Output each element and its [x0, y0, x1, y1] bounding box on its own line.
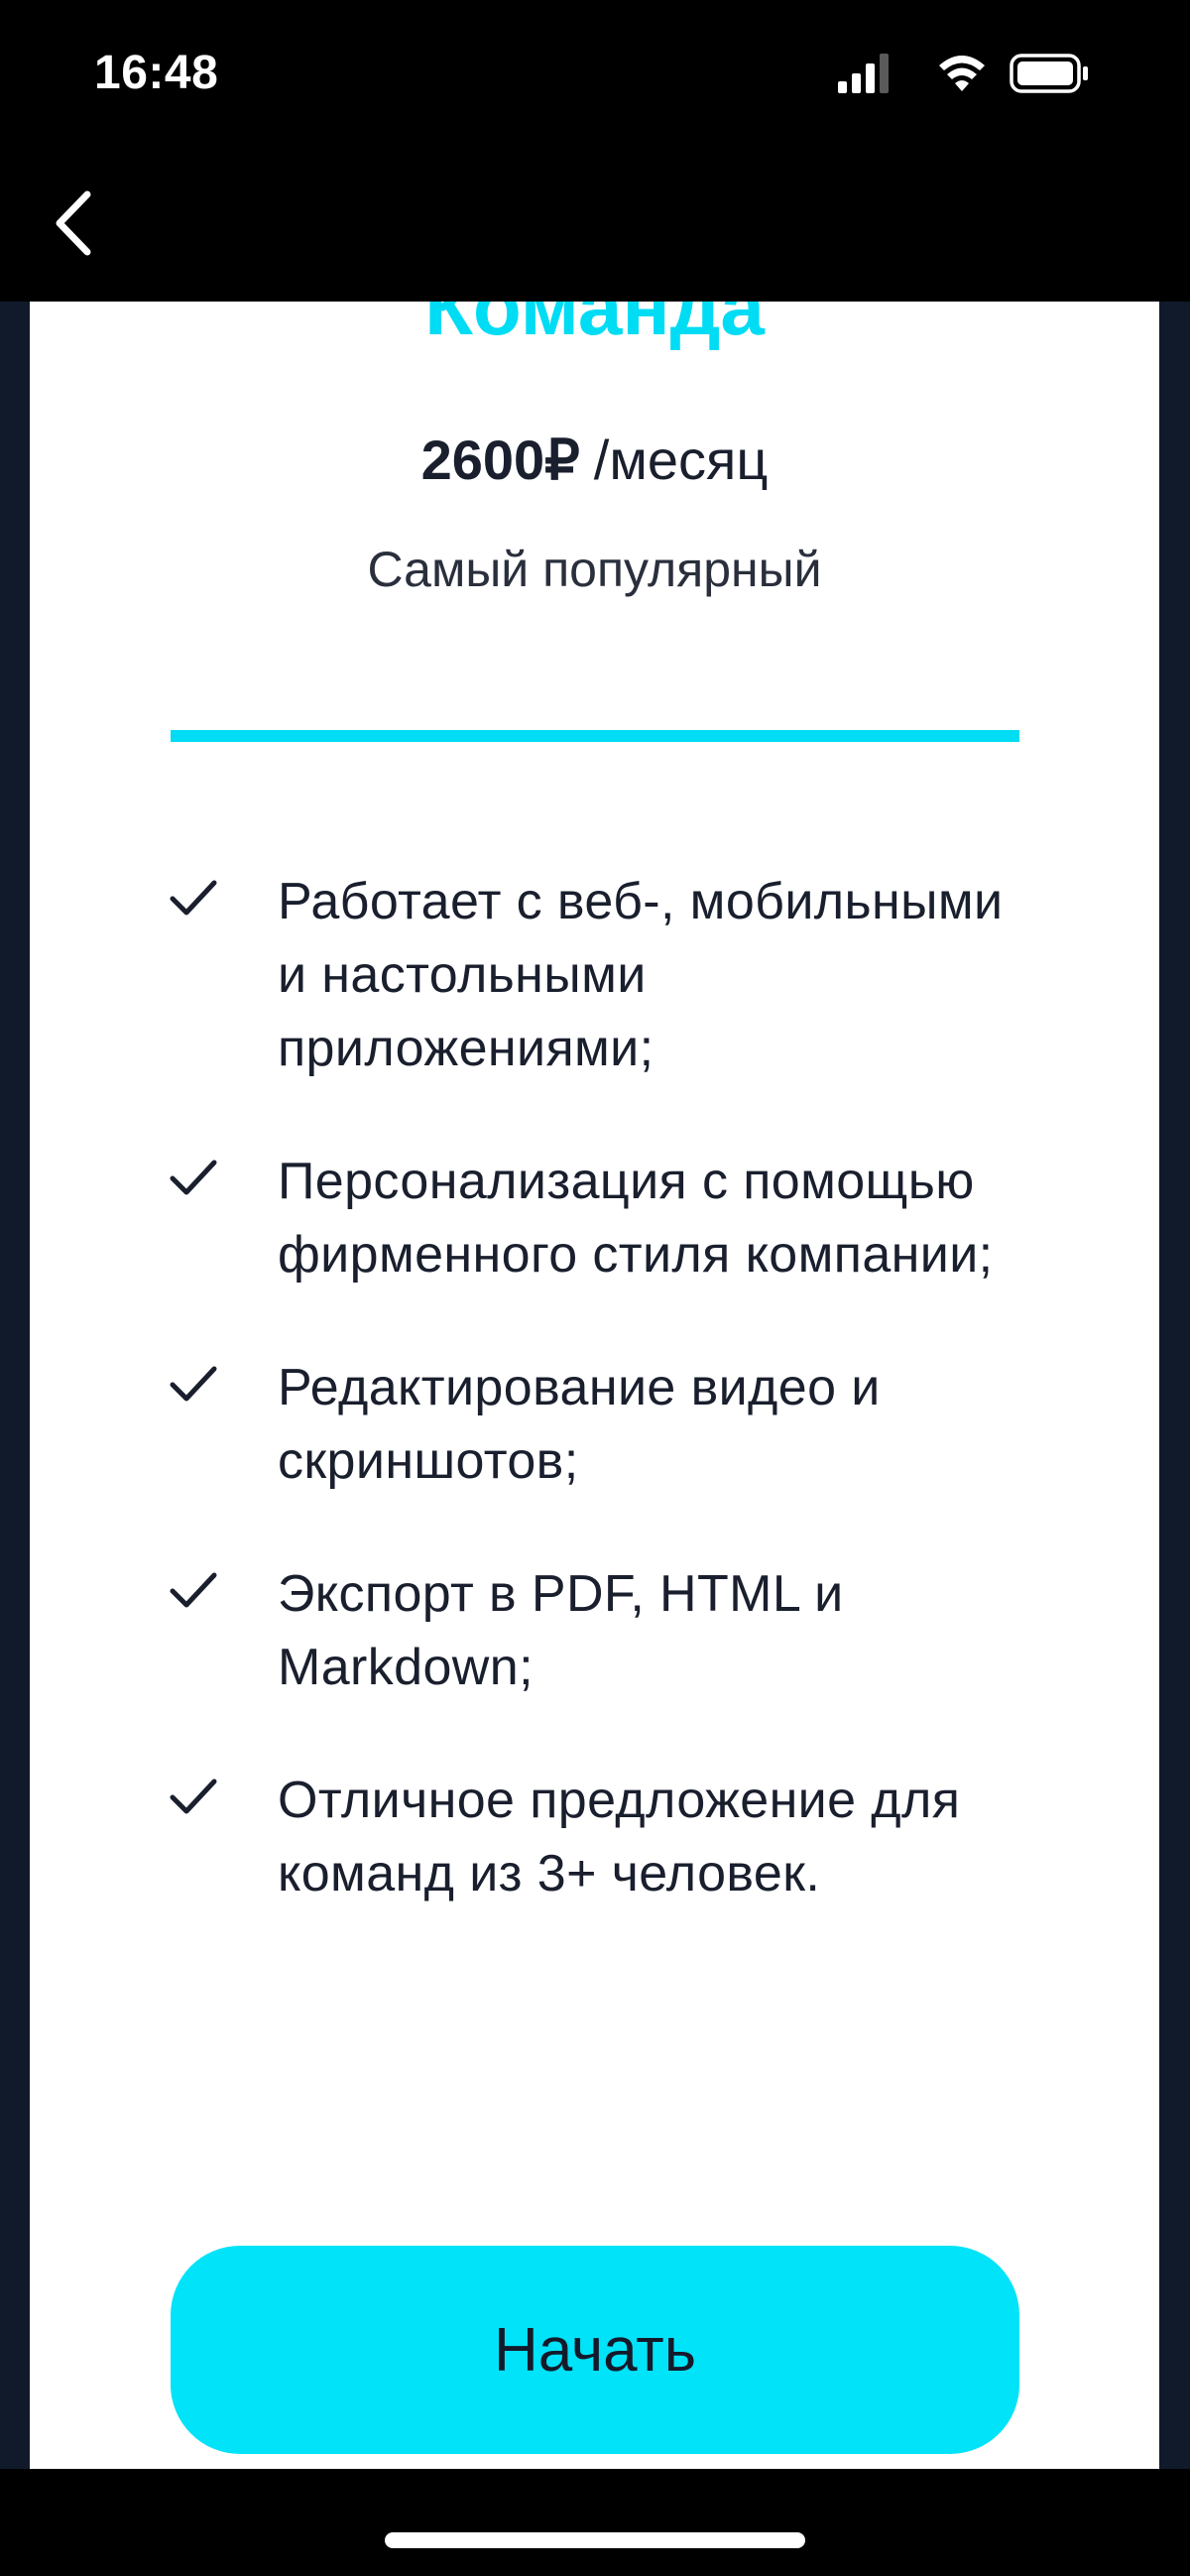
feature-list: Работает с веб-, мобильными и настольным…: [30, 865, 1159, 1970]
feature-text: Персонализация с помощью фирменного стил…: [278, 1153, 994, 1284]
feature-text: Работает с веб-, мобильными и настольным…: [278, 873, 1004, 1077]
price-row: 2600₽/месяц: [30, 423, 1159, 498]
check-icon: [170, 1572, 217, 1608]
feature-text: Редактирование видео и скриншотов;: [278, 1359, 881, 1490]
start-button[interactable]: Начать: [171, 2246, 1019, 2454]
check-icon: [170, 880, 217, 916]
pricing-card: Команда 2600₽/месяц Самый популярный Раб…: [30, 302, 1159, 2469]
price-amount: 2600₽: [420, 429, 580, 491]
bottom-area: [0, 2469, 1190, 2576]
feature-item: Работает с веб-, мобильными и настольным…: [30, 865, 1159, 1085]
status-time: 16:48: [94, 47, 219, 99]
check-icon: [170, 1366, 217, 1402]
feature-item: Редактирование видео и скриншотов;: [30, 1351, 1159, 1498]
wifi-icon: [939, 56, 985, 91]
feature-item: Экспорт в PDF, HTML и Markdown;: [30, 1557, 1159, 1704]
price-period: /месяц: [593, 429, 769, 491]
back-button[interactable]: [30, 169, 119, 278]
plan-subtitle: Самый популярный: [367, 542, 822, 597]
divider: [171, 730, 1019, 742]
check-icon: [170, 1779, 217, 1814]
plan-title: Команда: [424, 302, 765, 351]
check-icon: [170, 1160, 217, 1195]
feature-text: Отличное предложение для команд из 3+ че…: [278, 1772, 961, 1902]
chevron-left-icon: [56, 190, 91, 256]
signal-icon: [838, 54, 889, 93]
home-indicator[interactable]: [385, 2532, 805, 2548]
feature-item: Отличное предложение для команд из 3+ че…: [30, 1764, 1159, 1910]
feature-text: Экспорт в PDF, HTML и Markdown;: [278, 1565, 844, 1696]
status-icons: [838, 54, 1088, 93]
feature-item: Персонализация с помощью фирменного стил…: [30, 1145, 1159, 1291]
top-bar: 16:48: [0, 0, 1190, 302]
battery-icon: [1010, 54, 1088, 93]
